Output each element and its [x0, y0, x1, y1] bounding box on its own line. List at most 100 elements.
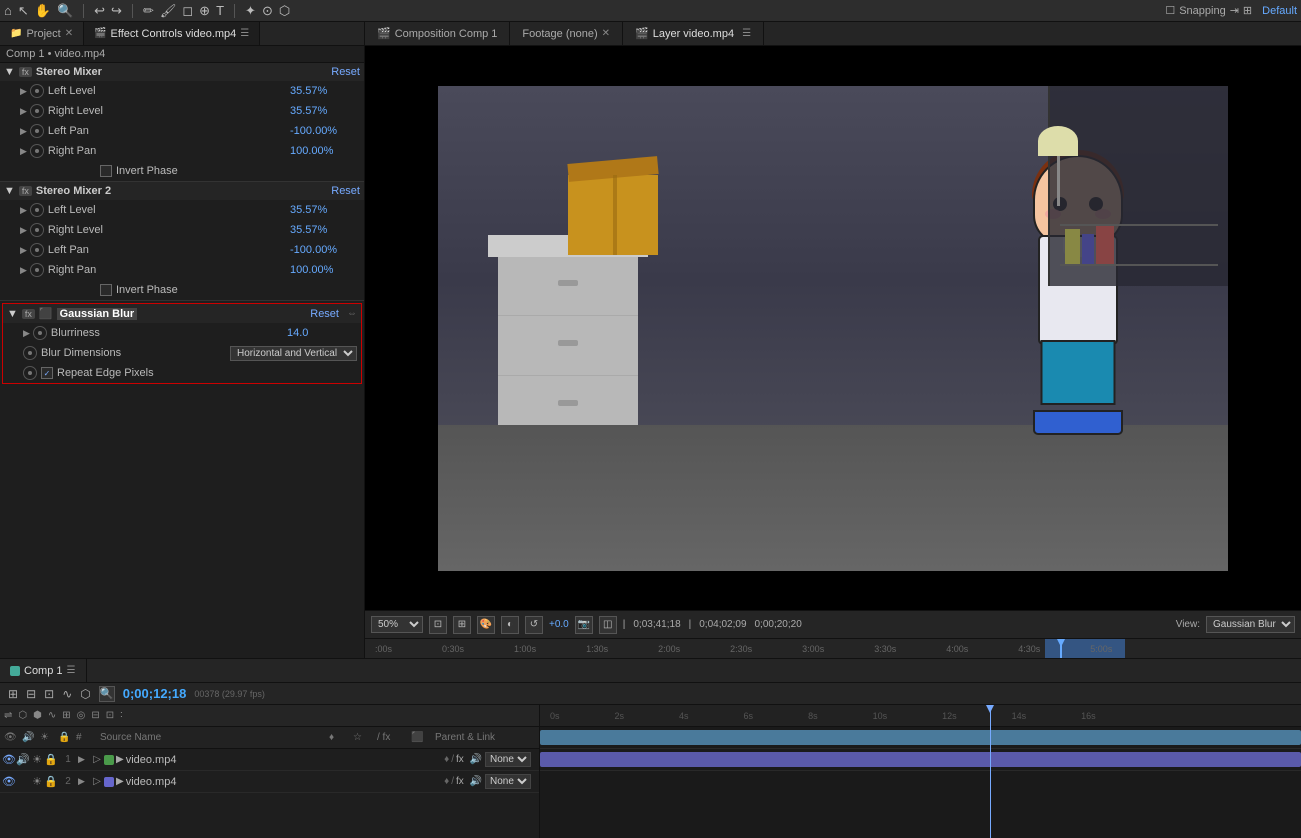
tab-footage-close[interactable]: ✕ [602, 28, 610, 39]
layer-1-collapse[interactable]: ▷ [90, 754, 104, 765]
tab-project[interactable]: 📁 Project ✕ [0, 22, 84, 45]
mask-icon[interactable]: ⬡ [279, 3, 290, 19]
eraser-icon[interactable]: ◻ [182, 3, 193, 19]
invert-phase-checkbox-1[interactable] [100, 165, 112, 177]
layer-2-switch-1[interactable]: ♦ [444, 776, 449, 787]
stereo-mixer-2-header[interactable]: ▼ fx Stereo Mixer 2 Reset [0, 182, 364, 200]
repeat-edge-checkbox[interactable]: ✓ [41, 367, 53, 379]
bottom-tab-comp[interactable]: Comp 1 ☰ [0, 659, 87, 682]
right-pan-expand-2[interactable]: ▶ [20, 265, 27, 276]
layers-toolbar-icon-3[interactable]: ⬢ [33, 710, 42, 721]
tab-effect-controls[interactable]: 🎬 Effect Controls video.mp4 ☰ [84, 22, 260, 45]
comp-tab-menu[interactable]: ☰ [67, 665, 76, 676]
redo-icon[interactable]: ↪ [111, 3, 122, 19]
tab-menu-ec[interactable]: ☰ [240, 28, 249, 39]
channels-icon[interactable]: 🎨 [477, 616, 495, 634]
gaussian-resize-icon[interactable]: ⇔ [347, 308, 357, 319]
left-pan-expand-1[interactable]: ▶ [20, 126, 27, 137]
stereo-mixer-1-expand[interactable]: ▼ [4, 66, 15, 78]
layer-2-expand[interactable]: ▶ [78, 776, 90, 787]
layer-1-switch-1[interactable]: ♦ [444, 754, 449, 765]
tab-close-project[interactable]: ✕ [65, 28, 73, 39]
layer-1-fx[interactable]: fx [456, 754, 464, 765]
blurriness-value[interactable]: 14.0 [287, 327, 357, 339]
gaussian-expand[interactable]: ▼ [7, 308, 18, 320]
pen-icon[interactable]: ✏ [143, 3, 154, 19]
fit-icon[interactable]: ⊡ [429, 616, 447, 634]
left-pan-expand-2[interactable]: ▶ [20, 245, 27, 256]
right-level-value-1[interactable]: 35.57% [290, 105, 360, 117]
right-level-expand-2[interactable]: ▶ [20, 225, 27, 236]
zoom-tool-icon[interactable]: 🔍 [57, 3, 73, 19]
blurriness-expand[interactable]: ▶ [23, 328, 30, 339]
hand-icon[interactable]: ✋ [35, 3, 51, 19]
left-level-expand-2[interactable]: ▶ [20, 205, 27, 216]
layer-1-lock[interactable]: 🔒 [44, 753, 58, 766]
right-pan-expand-1[interactable]: ▶ [20, 146, 27, 157]
transport-search[interactable]: 🔍 [99, 686, 115, 702]
left-level-value-2[interactable]: 35.57% [290, 204, 360, 216]
timeline-tracks[interactable]: 0s 2s 4s 6s 8s 10s 12s 14s 16s [540, 705, 1301, 838]
render-queue-icon[interactable]: ⊡ [44, 687, 54, 701]
layer-1-vis[interactable]: 👁 [2, 753, 16, 767]
stereo-mixer-2-reset[interactable]: Reset [331, 185, 360, 197]
view-select[interactable]: Gaussian Blur Final Output [1206, 616, 1295, 633]
clone-icon[interactable]: ⊕ [199, 3, 210, 19]
stereo-mixer-2-expand[interactable]: ▼ [4, 185, 15, 197]
layers-toolbar-icon-2[interactable]: ⬡ [18, 710, 27, 721]
layer-2-lock[interactable]: 🔒 [44, 775, 58, 788]
layers-toolbar-icon-9[interactable]: ∶ [120, 710, 123, 721]
layer-1-expand[interactable]: ▶ [78, 754, 90, 765]
layer-2-solo[interactable]: ☀ [30, 775, 44, 788]
more-tools-icon[interactable]: ⬡ [80, 687, 90, 701]
blur-dims-select[interactable]: Horizontal and Vertical Horizontal Verti… [230, 346, 357, 361]
grid-icon[interactable]: ⊞ [1243, 4, 1252, 17]
default-button[interactable]: Default [1262, 5, 1297, 17]
layer-1-audio[interactable]: 🔊 [16, 753, 30, 766]
gaussian-reset[interactable]: Reset [310, 308, 339, 320]
grid-toggle-icon[interactable]: ⊞ [453, 616, 471, 634]
tab-footage[interactable]: Footage (none) ✕ [510, 22, 623, 45]
snapping-checkbox[interactable]: ☐ [1165, 4, 1175, 17]
layer-2-collapse[interactable]: ▷ [90, 776, 104, 787]
stereo-mixer-1-header[interactable]: ▼ fx Stereo Mixer Reset [0, 63, 364, 81]
color-correction-icon[interactable]: ◐ [501, 616, 519, 634]
layer-1-solo[interactable]: ☀ [30, 753, 44, 766]
left-level-value-1[interactable]: 35.57% [290, 85, 360, 97]
tab-layer-menu[interactable]: ☰ [742, 28, 751, 39]
right-pan-value-1[interactable]: 100.00% [290, 145, 360, 157]
timeline-add-icon[interactable]: ⊞ [8, 687, 18, 701]
stereo-mixer-1-reset[interactable]: Reset [331, 66, 360, 78]
layers-toolbar-icon-1[interactable]: ⇌ [4, 710, 12, 721]
show-snapshot-icon[interactable]: ◫ [599, 616, 617, 634]
anchor-icon[interactable]: ⊙ [262, 3, 273, 19]
text-icon[interactable]: T [216, 3, 224, 18]
layer-2-vis[interactable]: 👁 [2, 775, 16, 789]
track-playhead[interactable] [990, 705, 991, 838]
right-level-value-2[interactable]: 35.57% [290, 224, 360, 236]
move-icon[interactable]: ✦ [245, 3, 256, 19]
left-level-expand-1[interactable]: ▶ [20, 86, 27, 97]
left-pan-value-1[interactable]: -100.00% [290, 125, 360, 137]
layers-toolbar-icon-8[interactable]: ⊡ [106, 710, 114, 721]
layers-toolbar-icon-7[interactable]: ⊟ [91, 710, 99, 721]
layer-2-switch-2[interactable]: / [451, 776, 454, 787]
gaussian-blur-header[interactable]: ▼ fx ⬛ Gaussian Blur Reset ⇔ [3, 304, 361, 323]
layer-1-switch-2[interactable]: / [451, 754, 454, 765]
left-pan-value-2[interactable]: -100.00% [290, 244, 360, 256]
brush-icon[interactable]: 🖌 [160, 3, 177, 19]
tab-layer[interactable]: 🎬 Layer video.mp4 ☰ [623, 22, 764, 45]
right-pan-value-2[interactable]: 100.00% [290, 264, 360, 276]
tab-composition[interactable]: 🎬 Composition Comp 1 [365, 22, 510, 45]
render-icon[interactable]: ↺ [525, 616, 543, 634]
select-icon[interactable]: ↖ [18, 3, 29, 19]
zoom-select[interactable]: 50% 100% 25% [371, 616, 423, 633]
layer-2-parent-select[interactable]: None [485, 774, 531, 789]
invert-phase-checkbox-2[interactable] [100, 284, 112, 296]
align-icon[interactable]: ⊟ [26, 687, 36, 701]
snapshot-icon[interactable]: 📷 [575, 616, 593, 634]
top-timeline-scrubber[interactable]: :00s 0:30s 1:00s 1:30s 2:00s 2:30s 3:00s… [365, 638, 1301, 658]
home-icon[interactable]: ⌂ [4, 3, 12, 18]
layers-toolbar-icon-4[interactable]: ∿ [48, 710, 56, 721]
right-level-expand-1[interactable]: ▶ [20, 106, 27, 117]
